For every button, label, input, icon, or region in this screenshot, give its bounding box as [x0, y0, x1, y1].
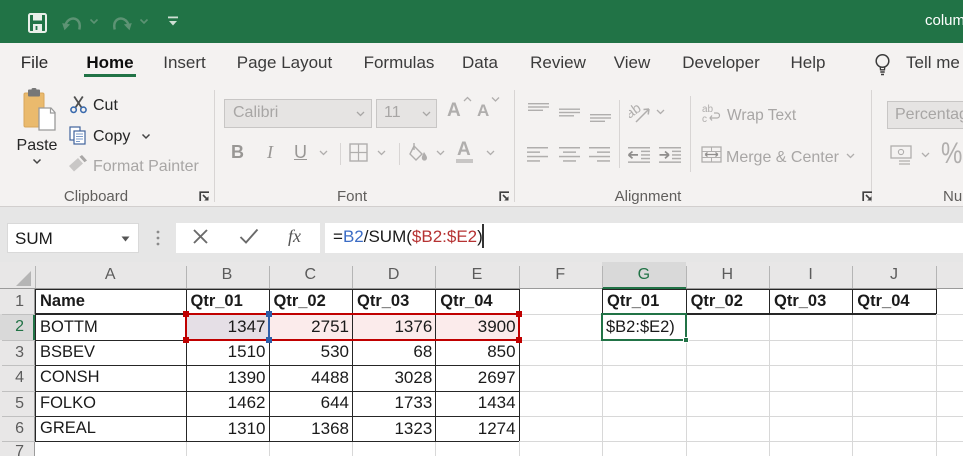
svg-text:c: c: [702, 114, 707, 123]
svg-text:ab: ab: [629, 102, 644, 121]
